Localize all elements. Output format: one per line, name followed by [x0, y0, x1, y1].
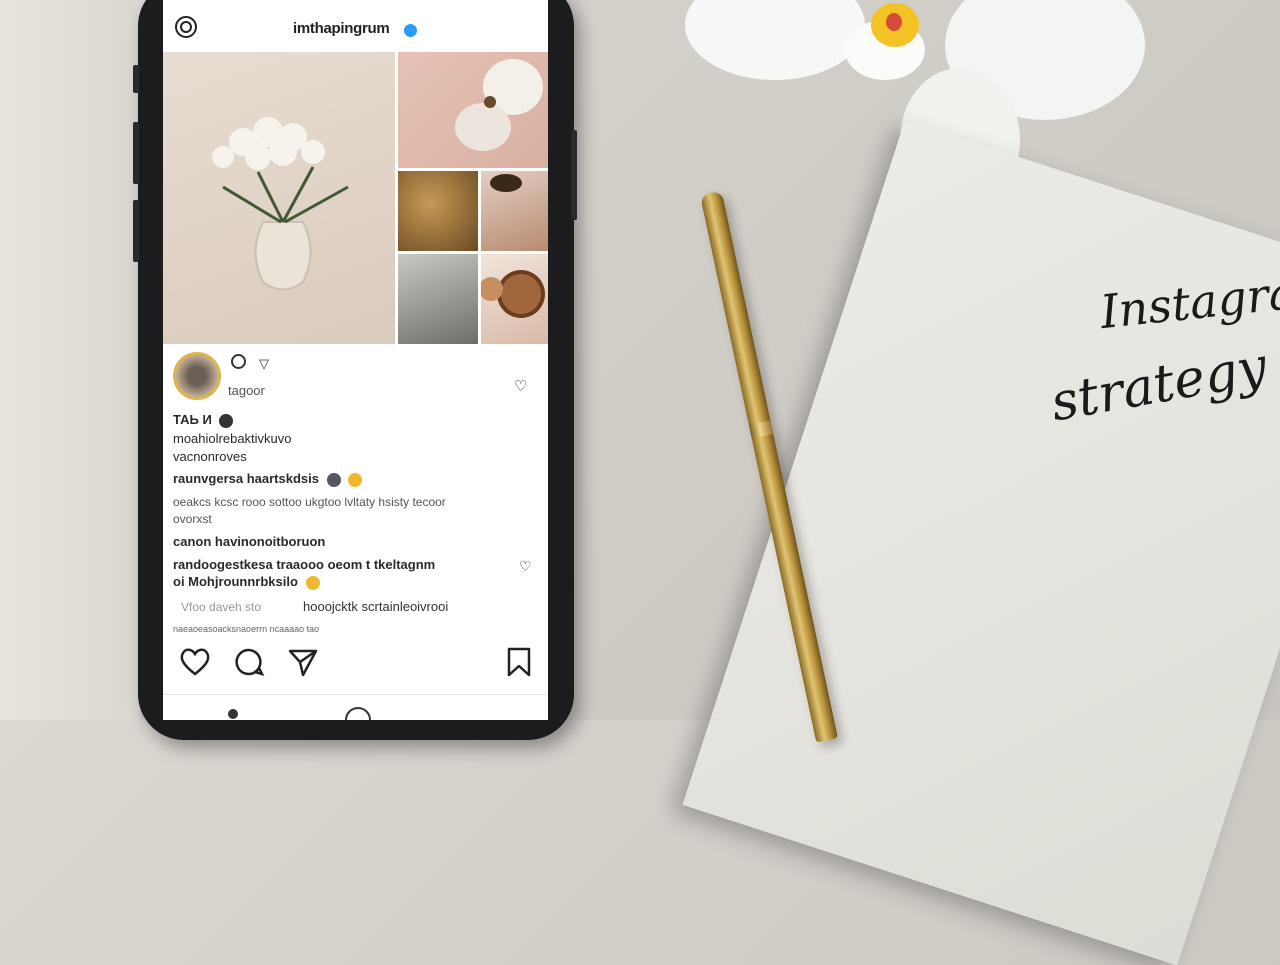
profile-header: imthapingrum: [163, 0, 548, 52]
grid-photo-chocolate[interactable]: [481, 171, 548, 251]
post-action-bar: [163, 640, 548, 686]
grid-photo-vase[interactable]: [163, 52, 395, 344]
grid-photo-gold[interactable]: [398, 171, 478, 251]
heart-outline-icon[interactable]: ♡: [514, 377, 527, 395]
emoji-icon: [219, 413, 234, 428]
post-line-8: randoogestkesa traaooo oeom t tkeltagnm: [173, 557, 436, 572]
circle-icon[interactable]: [231, 354, 246, 369]
post-line-12: naeaoeasoacksnaoerrn ncaaaao tao: [173, 624, 320, 634]
grid-photo-cookie[interactable]: [481, 254, 548, 344]
post-account-label[interactable]: tagoor: [228, 383, 265, 398]
comment-heart-icon[interactable]: ♡: [519, 558, 532, 575]
phone-volume-down: [133, 200, 139, 262]
orchid-center-dot: [886, 13, 902, 31]
post-line-10: Vfoo daveh sto: [181, 600, 262, 614]
triangle-down-icon[interactable]: ▽: [259, 356, 269, 372]
comment-icon[interactable]: [233, 646, 265, 678]
phone-side-button: [133, 65, 139, 93]
bottom-nav: [163, 700, 548, 720]
pen-band: [748, 420, 774, 439]
instagram-logo-icon[interactable]: [175, 16, 197, 38]
share-icon[interactable]: [287, 646, 319, 678]
post-line-11: hooojcktk scrtainleoivrooi: [303, 599, 449, 614]
orchid-petal: [685, 0, 865, 80]
post-line-4-text: raunvgersa haartskdsis: [173, 471, 319, 486]
instagram-screen: imthapingrum ▽ tagoor ♡ ТАЬ И moahiolreb…: [163, 0, 548, 720]
story-avatar[interactable]: [173, 352, 221, 400]
post-line-6: ovorxst: [173, 512, 212, 526]
heart-icon[interactable]: [178, 646, 212, 678]
post-line-4: raunvgersa haartskdsis: [173, 471, 363, 487]
bookmark-icon[interactable]: [505, 646, 533, 678]
post-line-7: canon havinonoitboruon: [173, 534, 326, 549]
post-line-5: oeakcs kcsc rooo sottoo ukgtoo lvltaty h…: [173, 495, 446, 509]
divider: [163, 694, 548, 695]
verified-badge-icon: [404, 24, 417, 37]
post-line-3: vacnonroves: [173, 449, 247, 464]
grid-photo-pink[interactable]: [398, 52, 548, 168]
profile-username: imthapingrum: [293, 20, 390, 37]
photo-grid: [163, 52, 548, 344]
emoji-icon: [348, 472, 363, 487]
phone-volume-up: [133, 122, 139, 184]
strategy-card: [682, 120, 1280, 965]
wall-background: [0, 0, 140, 720]
phone-power-button: [571, 130, 577, 220]
post-line-9-text: oi Mohjrounnrbksilo: [173, 574, 298, 589]
emoji-icon: [326, 472, 341, 487]
post-line-9: oi Mohjrounnrbksilo: [173, 574, 320, 590]
post-line-1-text: ТАЬ И: [173, 412, 212, 427]
grid-photo-silver[interactable]: [398, 254, 478, 344]
post-line-1: ТАЬ И: [173, 412, 234, 428]
emoji-icon: [305, 575, 320, 590]
post-line-2: moahiolrebaktivkuvo: [173, 431, 292, 446]
